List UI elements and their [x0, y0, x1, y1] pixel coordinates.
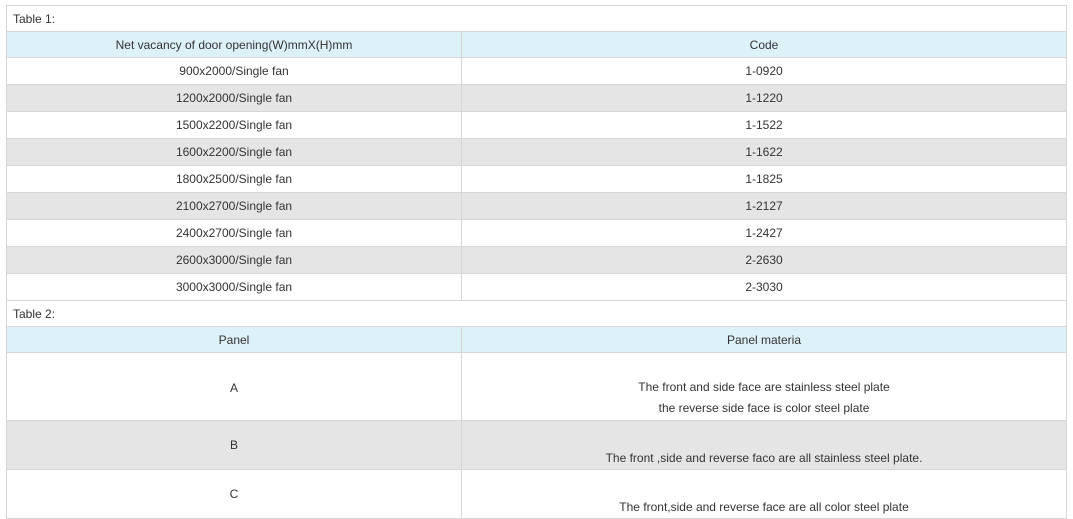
material-line: The front and side face are stainless st… [638, 380, 890, 394]
table2-header-material: Panel materia [461, 326, 1067, 353]
table-row: 900x2000/Single fan 1-0920 [6, 57, 1067, 85]
table-row: 1500x2200/Single fan 1-1522 [6, 111, 1067, 139]
table2-header-panel: Panel [6, 326, 462, 353]
size-cell: 1600x2200/Single fan [6, 138, 462, 166]
table-row: 3000x3000/Single fan 2-3030 [6, 273, 1067, 301]
table-row: A The front and side face are stainless … [6, 352, 1067, 421]
size-cell: 3000x3000/Single fan [6, 273, 462, 301]
material-cell: The front ,side and reverse faco are all… [461, 420, 1067, 470]
panel-cell: A [6, 352, 462, 421]
table1-header-code: Code [461, 31, 1067, 58]
code-cell: 1-1220 [461, 84, 1067, 112]
panel-id: A [229, 381, 238, 395]
panel-cell: B [6, 420, 462, 470]
panel-id: B [229, 438, 238, 452]
table-row: 2400x2700/Single fan 1-2427 [6, 219, 1067, 247]
spec-tables: Table 1: Net vacancy of door opening(W)m… [6, 5, 1067, 519]
material-cell: The front and side face are stainless st… [461, 352, 1067, 421]
size-cell: 900x2000/Single fan [6, 57, 462, 85]
size-cell: 2600x3000/Single fan [6, 246, 462, 274]
panel-cell: C [6, 469, 462, 519]
size-cell: 1800x2500/Single fan [6, 165, 462, 193]
code-cell: 1-2427 [461, 219, 1067, 247]
table1-caption: Table 1: [6, 5, 1067, 32]
size-cell: 2400x2700/Single fan [6, 219, 462, 247]
table2-caption: Table 2: [6, 300, 1067, 327]
material-line: the reverse side face is color steel pla… [658, 401, 870, 415]
table-row: 1200x2000/Single fan 1-1220 [6, 84, 1067, 112]
table1-header-row: Net vacancy of door opening(W)mmX(H)mm C… [6, 31, 1067, 58]
table-row: 1800x2500/Single fan 1-1825 [6, 165, 1067, 193]
table2-header-row: Panel Panel materia [6, 326, 1067, 353]
material-cell: The front,side and reverse face are all … [461, 469, 1067, 519]
code-cell: 1-1622 [461, 138, 1067, 166]
material-line: The front ,side and reverse faco are all… [605, 451, 923, 465]
table-row: B The front ,side and reverse faco are a… [6, 420, 1067, 470]
code-cell: 2-3030 [461, 273, 1067, 301]
size-cell: 1200x2000/Single fan [6, 84, 462, 112]
panel-id: C [229, 487, 239, 501]
code-cell: 2-2630 [461, 246, 1067, 274]
code-cell: 1-1522 [461, 111, 1067, 139]
spec-table: Table 1: Net vacancy of door opening(W)m… [6, 5, 1067, 519]
table-row: C The front,side and reverse face are al… [6, 469, 1067, 519]
size-cell: 2100x2700/Single fan [6, 192, 462, 220]
table1-caption-row: Table 1: [6, 5, 1067, 32]
table2-caption-row: Table 2: [6, 300, 1067, 327]
table-row: 2600x3000/Single fan 2-2630 [6, 246, 1067, 274]
code-cell: 1-0920 [461, 57, 1067, 85]
size-cell: 1500x2200/Single fan [6, 111, 462, 139]
code-cell: 1-1825 [461, 165, 1067, 193]
table-row: 2100x2700/Single fan 1-2127 [6, 192, 1067, 220]
material-line: The front,side and reverse face are all … [619, 500, 909, 514]
table1-header-size: Net vacancy of door opening(W)mmX(H)mm [6, 31, 462, 58]
code-cell: 1-2127 [461, 192, 1067, 220]
table-row: 1600x2200/Single fan 1-1622 [6, 138, 1067, 166]
